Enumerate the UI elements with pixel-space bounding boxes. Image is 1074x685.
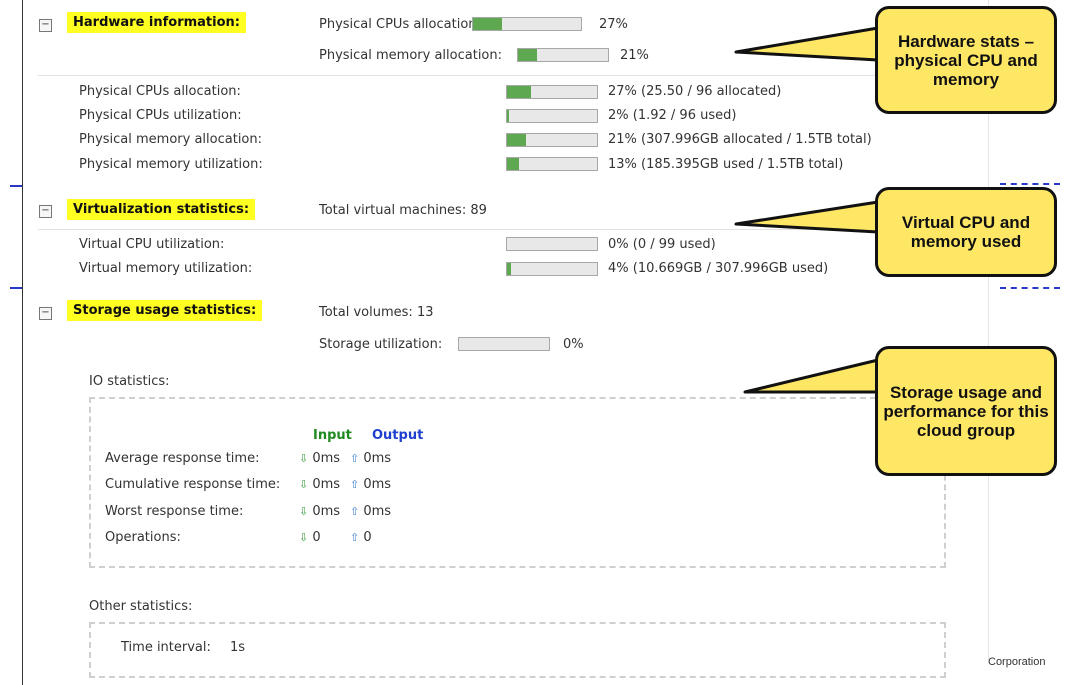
hardware-callout-pointer [734,26,880,62]
left-dashed-marker [10,287,22,289]
right-dashed-marker [1000,183,1060,185]
storage-callout: Storage usage and performance for this c… [875,346,1057,476]
right-dashed-marker [1000,287,1060,289]
virtual-callout-pointer [734,200,880,234]
storage-callout-pointer [743,358,880,394]
left-dashed-marker [10,185,22,187]
virtual-callout: Virtual CPU and memory used [875,187,1057,277]
hardware-callout: Hardware stats – physical CPU and memory [875,6,1057,114]
